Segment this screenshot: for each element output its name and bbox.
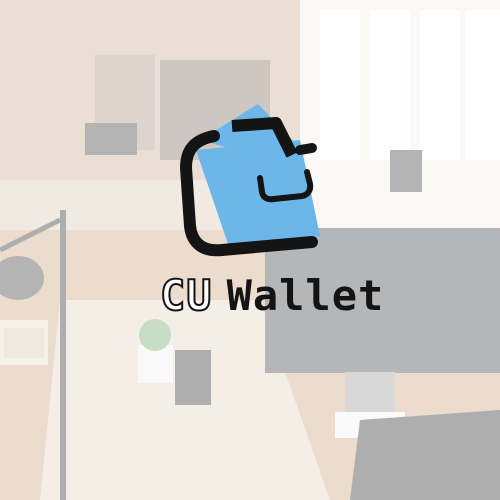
logo-name: Wallet	[226, 271, 385, 320]
wallet-logo-icon	[180, 104, 320, 257]
wallet-body	[196, 140, 320, 244]
logo-prefix: CU	[159, 271, 213, 320]
logo-wordmark: CU Wallet	[159, 268, 383, 324]
